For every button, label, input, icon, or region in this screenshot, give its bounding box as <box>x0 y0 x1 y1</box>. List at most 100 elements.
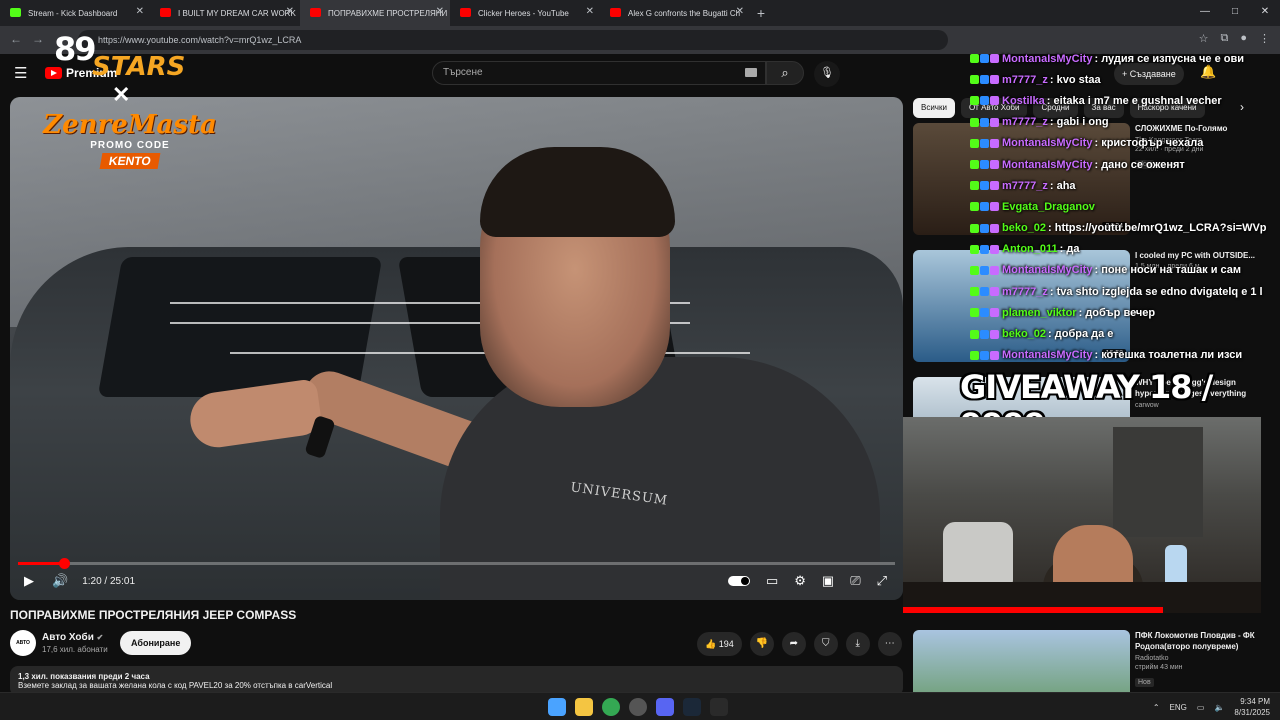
windows-start-icon[interactable] <box>548 698 566 716</box>
speaker-icon[interactable]: 🔈 <box>1214 703 1224 712</box>
chat-badge-icon <box>970 117 979 127</box>
download-icon: ⤓ <box>855 638 860 649</box>
file-explorer-icon[interactable] <box>575 698 593 716</box>
steam-icon[interactable] <box>683 698 701 716</box>
miniplayer-icon[interactable]: ▣ <box>822 573 834 589</box>
channel-name[interactable]: Авто Хоби ✔ <box>42 632 103 643</box>
chat-text: : tva shto izglejda se edno dvigatelq e … <box>1049 285 1263 298</box>
chat-username: MontanaIsMyCity <box>1002 264 1093 277</box>
chat-badge-icon <box>980 244 989 254</box>
chat-username: m7777_z <box>1002 285 1048 298</box>
play-icon[interactable]: ▶ <box>24 573 34 589</box>
clock[interactable]: 9:34 PM 8/31/2025 <box>1234 696 1270 718</box>
hamburger-menu-icon[interactable]: ☰ <box>14 64 27 82</box>
browser-tab[interactable]: ПОПРАВИХМЕ ПРОСТРЕЛЯНИ ✕ <box>300 0 450 26</box>
autoplay-toggle[interactable] <box>727 576 750 586</box>
chat-badge-icon <box>970 350 979 360</box>
tab-label: I BUILT MY DREAM CAR WORK <box>178 8 296 18</box>
chat-username: MontanaIsMyCity <box>1002 137 1093 150</box>
address-bar[interactable]: https://www.youtube.com/watch?v=mrQ1wz_L… <box>78 30 948 50</box>
chat-badge-icon <box>990 75 999 85</box>
epic-games-icon[interactable] <box>710 698 728 716</box>
browser-tab[interactable]: I BUILT MY DREAM CAR WORK ✕ <box>150 0 300 26</box>
tab-close-icon[interactable]: ✕ <box>136 6 144 17</box>
recommended-info: ПФК Локомотив Пловдив - ФК Родопа(второ … <box>1135 630 1260 689</box>
search-icon: ⌕ <box>781 65 789 80</box>
chat-badges <box>970 202 999 212</box>
share-button[interactable]: ➦ <box>781 632 806 656</box>
tab-close-icon[interactable]: ✕ <box>736 6 744 17</box>
fullscreen-icon[interactable]: ⤢ <box>877 573 887 589</box>
cast-icon[interactable]: ⎚ <box>850 573 860 589</box>
subtitles-icon[interactable]: ▭ <box>766 573 778 589</box>
video-progress-bar[interactable] <box>18 558 895 569</box>
chat-username: beko_02 <box>1002 222 1047 235</box>
chat-badge-icon <box>970 287 979 297</box>
network-icon[interactable]: ▭ <box>1197 703 1205 712</box>
subscribe-button[interactable]: Абониране <box>120 631 192 655</box>
chat-badge-icon <box>970 244 979 254</box>
tab-label: Stream - Kick Dashboard <box>28 8 118 18</box>
browser-tab[interactable]: Alex G confronts the Bugatti Ch ✕ <box>600 0 750 26</box>
chat-badge-icon <box>990 202 999 212</box>
video-time: 1:20 / 25:01 <box>82 575 136 587</box>
view-stats: 1,3 хил. показвания преди 2 часа <box>18 672 150 681</box>
streamer-webcam <box>903 417 1261 613</box>
filter-chip[interactable]: Всички <box>913 98 955 118</box>
chat-badge-icon <box>970 308 979 318</box>
video-actions: 👍 194 👎 ➦ ⛉ ⤓ ⋯ <box>697 632 902 656</box>
save-button[interactable]: ⛉ <box>813 632 838 656</box>
keyboard-icon[interactable] <box>745 68 757 77</box>
more-icon: ⋯ <box>884 638 895 649</box>
forward-button[interactable]: → <box>32 32 44 46</box>
tab-label: Clicker Heroes - YouTube <box>478 8 569 18</box>
minimize-button[interactable]: — <box>1190 0 1220 24</box>
tab-close-icon[interactable]: ✕ <box>286 6 294 17</box>
webcam-red-bar <box>903 607 1163 613</box>
chat-badge-icon <box>990 223 999 233</box>
chat-message: MontanaIsMyCity: кристофър чехала <box>970 133 1270 154</box>
chat-message: beko_02: https://youtu.be/mrQ1wz_LCRA?si… <box>970 218 1270 239</box>
chat-badge-icon <box>990 160 999 170</box>
chat-badge-icon <box>970 138 979 148</box>
new-tab-button[interactable]: + <box>750 5 772 21</box>
chrome-icon[interactable] <box>602 698 620 716</box>
volume-icon[interactable]: 🔊 <box>52 573 68 589</box>
browser-tab[interactable]: Clicker Heroes - YouTube ✕ <box>450 0 600 26</box>
discord-icon[interactable] <box>656 698 674 716</box>
tab-close-icon[interactable]: ✕ <box>586 6 594 17</box>
tab-favicon-icon <box>310 8 321 17</box>
language-indicator[interactable]: ENG <box>1170 703 1187 712</box>
like-button[interactable]: 👍 194 <box>697 632 742 656</box>
extensions-icon[interactable]: ⧉ <box>1220 32 1228 45</box>
channel-avatar[interactable]: АВТО ХОБИ <box>10 630 36 672</box>
chat-badge-icon <box>980 181 989 191</box>
search-button[interactable]: ⌕ <box>766 61 804 85</box>
maximize-button[interactable]: □ <box>1220 0 1250 24</box>
close-window-button[interactable]: ✕ <box>1250 0 1280 24</box>
back-button[interactable]: ← <box>10 32 22 46</box>
bookmark-star-icon[interactable]: ☆ <box>1199 32 1209 45</box>
settings-gear-icon[interactable]: ⚙ <box>794 573 806 589</box>
dislike-button[interactable]: 👎 <box>749 632 774 656</box>
system-tray: ⌃ ENG ▭ 🔈 9:34 PM 8/31/2025 <box>1153 696 1270 718</box>
obs-icon[interactable] <box>629 698 647 716</box>
chat-badge-icon <box>970 223 979 233</box>
profile-icon[interactable]: ● <box>1240 32 1247 45</box>
tab-close-icon[interactable]: ✕ <box>436 6 444 17</box>
download-button[interactable]: ⤓ <box>845 632 870 656</box>
browser-tab[interactable]: Stream - Kick Dashboard ✕ <box>0 0 150 26</box>
tray-chevron-icon[interactable]: ⌃ <box>1153 703 1160 712</box>
chat-username: MontanaIsMyCity <box>1002 52 1093 65</box>
more-actions-button[interactable]: ⋯ <box>877 632 902 656</box>
chat-message: MontanaIsMyCity: лудия се изпусна че е о… <box>970 48 1270 69</box>
chat-badges <box>970 350 999 360</box>
player-controls-left: ▶ 🔊 1:20 / 25:01 <box>24 573 135 589</box>
subscriber-count: 17,6 хил. абонати <box>42 645 108 654</box>
chat-message: m7777_z: gabi i ong <box>970 112 1270 133</box>
search-input[interactable]: Търсене <box>432 61 766 85</box>
voice-search-button[interactable]: 🎙 <box>814 61 840 87</box>
taskbar-apps <box>548 698 728 716</box>
menu-icon[interactable]: ⋮ <box>1259 32 1270 45</box>
chat-badge-icon <box>980 117 989 127</box>
